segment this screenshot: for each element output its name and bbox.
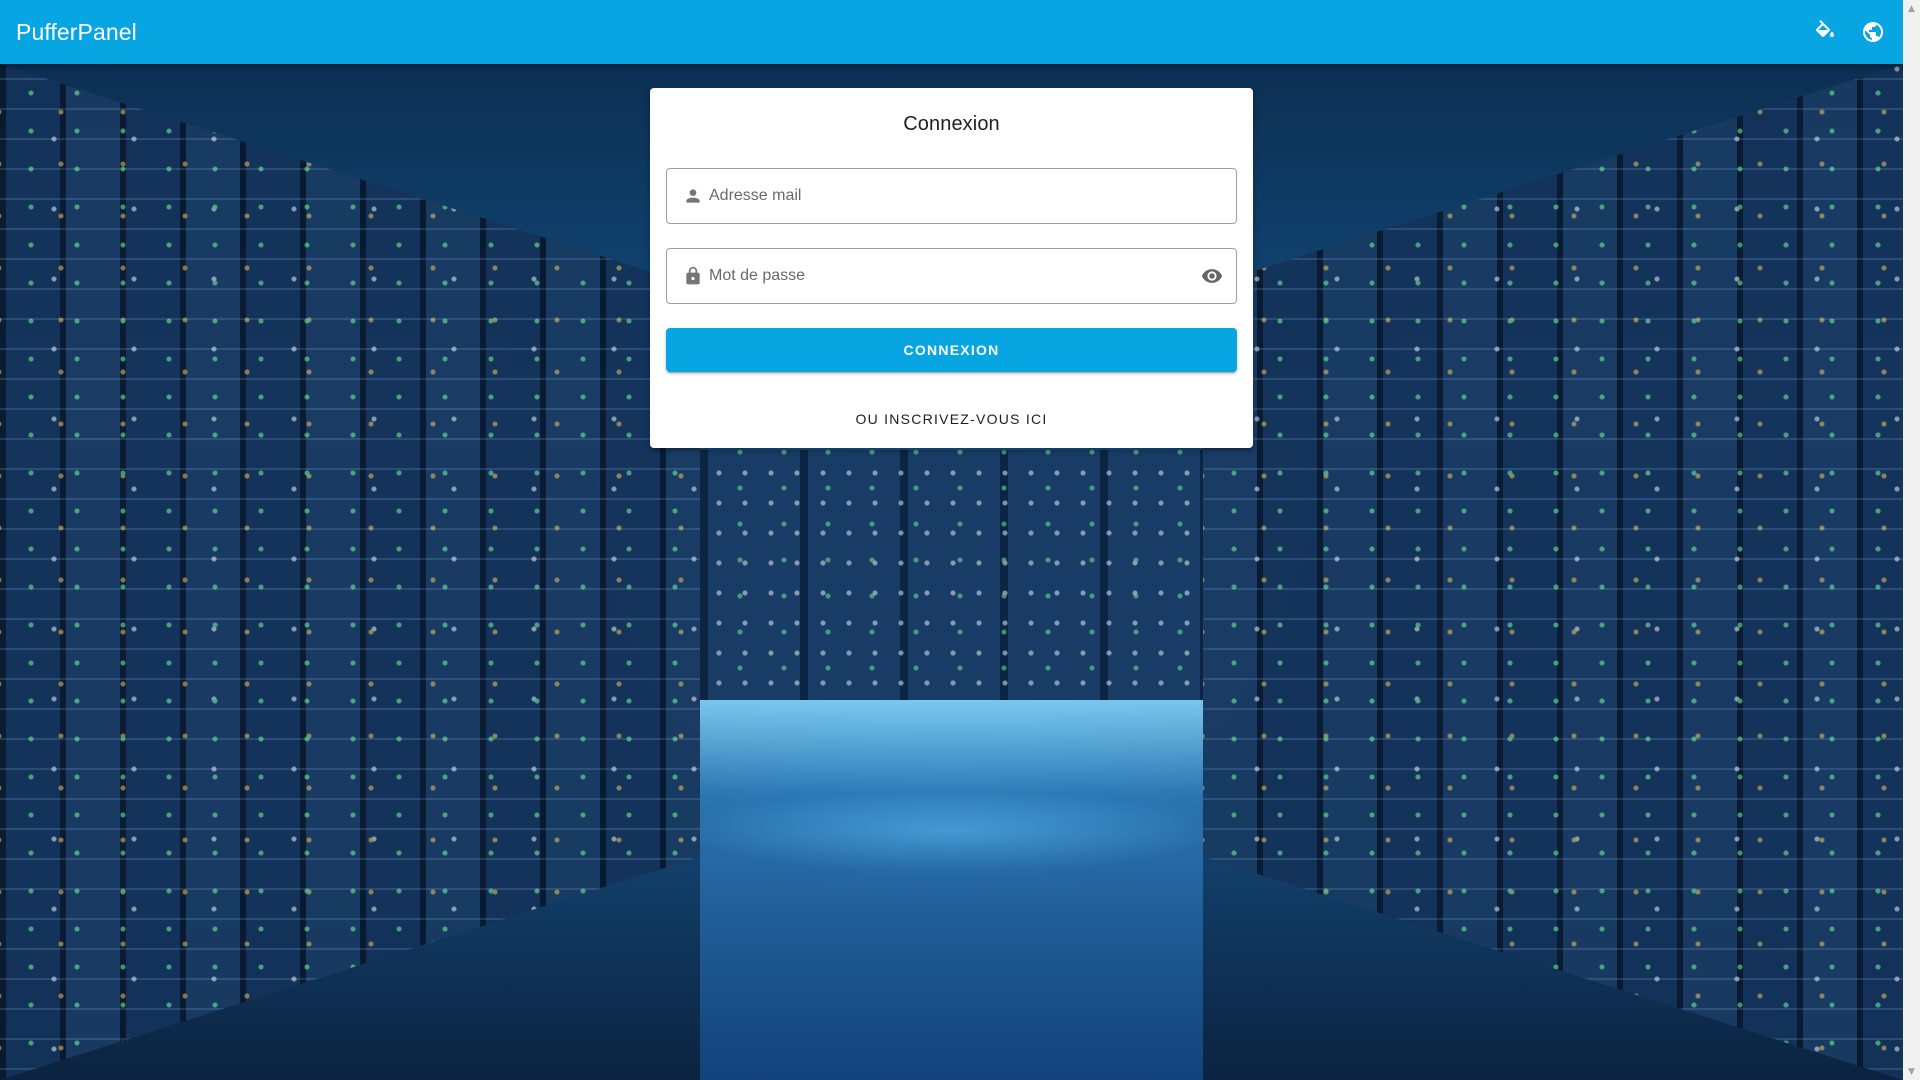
password-field[interactable]	[666, 248, 1237, 304]
app-title: PufferPanel	[16, 18, 137, 45]
scroll-down-arrow[interactable]: ▼	[1903, 1063, 1920, 1080]
eye-icon	[1201, 269, 1223, 283]
app-bar: PufferPanel	[0, 0, 1903, 64]
lock-icon	[681, 264, 705, 288]
password-input[interactable]	[705, 256, 1200, 296]
email-input[interactable]	[705, 176, 1236, 216]
background-floor	[700, 700, 1203, 1080]
register-link[interactable]: OU INSCRIVEZ-VOUS ICI	[650, 404, 1253, 434]
background-server-racks	[700, 450, 1203, 700]
login-card: Connexion CONNEXION OU INSCRIVEZ-VOUS IC…	[650, 88, 1253, 448]
format-color-fill-icon	[1815, 20, 1834, 37]
page-scrollbar[interactable]: ▲ ▼	[1903, 0, 1920, 1080]
account-icon	[681, 184, 705, 208]
show-password-toggle[interactable]	[1200, 264, 1224, 288]
theme-button[interactable]	[1801, 8, 1849, 56]
scroll-up-arrow[interactable]: ▲	[1903, 0, 1920, 17]
earth-icon	[1863, 22, 1883, 42]
login-title: Connexion	[903, 113, 1000, 135]
login-button[interactable]: CONNEXION	[666, 328, 1237, 372]
language-button[interactable]	[1849, 8, 1897, 56]
email-field[interactable]	[666, 168, 1237, 224]
